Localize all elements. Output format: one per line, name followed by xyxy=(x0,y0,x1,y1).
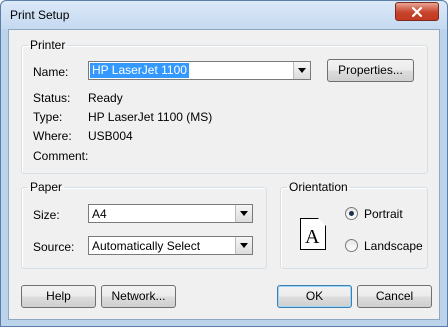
title-bar[interactable]: Print Setup xyxy=(1,1,447,29)
paper-size-value: A4 xyxy=(92,207,107,221)
paper-group-label: Paper xyxy=(30,180,63,194)
type-label: Type: xyxy=(33,110,63,124)
name-label: Name: xyxy=(33,65,69,79)
paper-group: Paper xyxy=(21,180,267,269)
status-value: Ready xyxy=(88,91,123,105)
window-title: Print Setup xyxy=(10,8,70,22)
portrait-label[interactable]: Portrait xyxy=(364,207,403,221)
close-icon xyxy=(412,6,422,17)
portrait-page-icon: A xyxy=(300,218,326,250)
portrait-radio[interactable] xyxy=(345,207,358,220)
print-setup-window: Print Setup Printer Name: HP LaserJet 11… xyxy=(0,0,448,327)
size-label: Size: xyxy=(33,208,60,222)
comment-label: Comment: xyxy=(33,149,89,163)
orientation-group-label: Orientation xyxy=(289,180,348,194)
source-label: Source: xyxy=(33,240,75,254)
properties-button[interactable]: Properties... xyxy=(327,59,414,82)
printer-name-select[interactable]: HP LaserJet 1100 xyxy=(88,61,311,80)
help-button[interactable]: Help xyxy=(21,285,96,308)
status-label: Status: xyxy=(33,91,71,105)
cancel-button[interactable]: Cancel xyxy=(357,285,432,308)
landscape-radio[interactable] xyxy=(345,239,358,252)
dialog-body: Printer Name: HP LaserJet 1100 Propertie… xyxy=(8,29,440,320)
printer-group-label: Printer xyxy=(30,38,66,52)
type-value: HP LaserJet 1100 (MS) xyxy=(88,110,213,124)
chevron-down-icon[interactable] xyxy=(235,205,252,222)
where-value: USB004 xyxy=(88,129,133,143)
landscape-label[interactable]: Landscape xyxy=(364,239,423,253)
network-button[interactable]: Network... xyxy=(101,285,176,308)
chevron-down-icon[interactable] xyxy=(293,62,310,79)
ok-button[interactable]: OK xyxy=(277,285,352,308)
printer-name-value: HP LaserJet 1100 xyxy=(90,63,189,78)
paper-source-value: Automatically Select xyxy=(92,239,201,253)
where-label: Where: xyxy=(33,129,72,143)
close-button[interactable] xyxy=(395,2,439,21)
page-letter: A xyxy=(305,226,320,248)
paper-size-select[interactable]: A4 xyxy=(88,204,253,223)
paper-source-select[interactable]: Automatically Select xyxy=(88,236,253,255)
chevron-down-icon[interactable] xyxy=(235,237,252,254)
